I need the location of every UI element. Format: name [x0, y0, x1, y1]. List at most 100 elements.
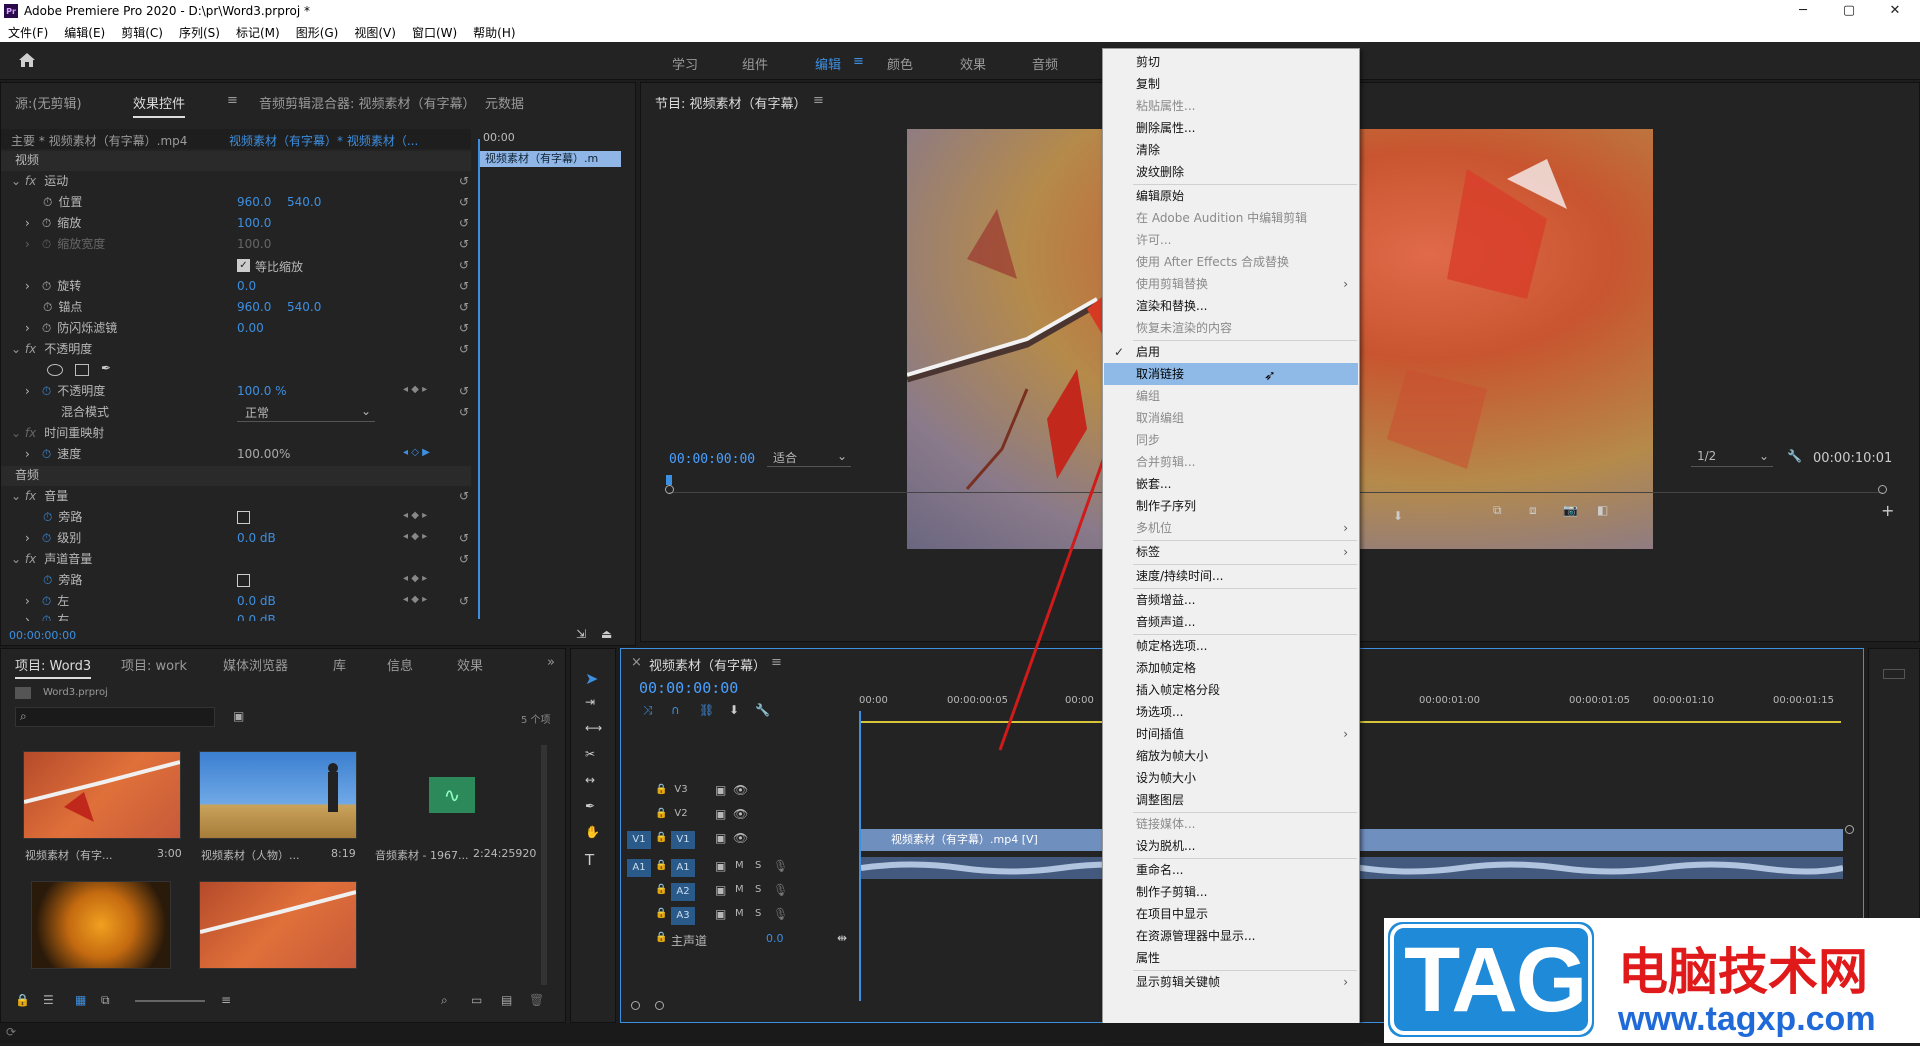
- anchor-x-value[interactable]: 960.0: [237, 300, 271, 314]
- lock-icon[interactable]: 🔒: [15, 993, 30, 1007]
- linked-selection-icon[interactable]: ⛓: [699, 703, 714, 717]
- context-menu-item[interactable]: 时间插值 ›: [1104, 723, 1358, 745]
- project-item-name[interactable]: 视频素材（人物）...: [201, 847, 300, 863]
- export-icon[interactable]: ⏏: [601, 627, 612, 641]
- context-menu-item[interactable]: 标签 ›: [1104, 541, 1358, 563]
- new-item-icon[interactable]: ▤: [501, 993, 512, 1007]
- context-menu-item[interactable]: 设为脱机...: [1104, 835, 1358, 857]
- project-item-name[interactable]: 视频素材（有字...: [25, 847, 113, 863]
- context-menu-item[interactable]: 在项目中显示: [1104, 903, 1358, 925]
- extract-icon[interactable]: ⧈: [1529, 503, 1537, 518]
- bypass-checkbox[interactable]: [237, 511, 250, 524]
- compare-icon[interactable]: ◧: [1597, 503, 1608, 517]
- sequence-clip-label[interactable]: 视频素材（有字幕）* 视频素材（...: [229, 132, 418, 149]
- keyframe-nav-icon[interactable]: ◂ ◆ ▸: [403, 573, 427, 584]
- stopwatch-icon[interactable]: ⏱: [42, 531, 51, 545]
- tab-info[interactable]: 信息: [387, 655, 413, 674]
- stopwatch-icon[interactable]: ⏱: [42, 321, 51, 335]
- reset-icon[interactable]: ↺: [457, 384, 471, 398]
- timeline-playhead[interactable]: [859, 711, 861, 1001]
- rotation-value[interactable]: 0.0: [237, 279, 256, 293]
- new-bin-from-search-icon[interactable]: ▣: [233, 709, 244, 723]
- keyframe-nav-icon[interactable]: ◂ ◆ ▸: [403, 594, 427, 605]
- mic-icon[interactable]: 🎙: [773, 859, 788, 873]
- project-item-name[interactable]: 音频素材 - 1967...: [375, 847, 468, 863]
- timeline-timecode[interactable]: 00:00:00:00: [639, 679, 738, 697]
- lock-icon[interactable]: 🔒: [655, 784, 667, 795]
- razor-tool-icon[interactable]: ✂: [585, 747, 595, 761]
- project-scrollbar[interactable]: [541, 745, 547, 985]
- context-menu-item[interactable]: 删除属性...: [1104, 117, 1358, 139]
- find-icon[interactable]: ⌕: [441, 993, 448, 1008]
- minimize-button[interactable]: ─: [1780, 0, 1826, 22]
- menu-sequence[interactable]: 序列(S): [171, 24, 228, 41]
- close-button[interactable]: ✕: [1872, 0, 1918, 22]
- tab-libraries[interactable]: 库: [333, 655, 346, 674]
- workspace-editing[interactable]: 编辑: [815, 54, 841, 73]
- tab-menu-icon[interactable]: ≡: [227, 93, 238, 108]
- stopwatch-icon[interactable]: ⏱: [43, 573, 52, 587]
- context-menu-item[interactable]: 插入帧定格分段: [1104, 679, 1358, 701]
- mute-button[interactable]: M: [735, 860, 744, 871]
- menu-help[interactable]: 帮助(H): [465, 24, 523, 41]
- workspace-audio[interactable]: 音频: [1032, 54, 1058, 73]
- stopwatch-icon[interactable]: ⏱: [43, 300, 52, 314]
- fit-select[interactable]: 适合 ⌄: [767, 449, 851, 467]
- anchor-y-value[interactable]: 540.0: [287, 300, 321, 314]
- sync-lock-icon[interactable]: ▣: [715, 831, 726, 845]
- source-a1-patch[interactable]: A1: [627, 859, 651, 877]
- tab-project-word3[interactable]: 项目: Word3: [15, 655, 92, 679]
- effect-playhead[interactable]: [478, 139, 480, 619]
- time-remap-row[interactable]: ⌄ fx 时间重映射: [1, 424, 471, 444]
- stopwatch-icon[interactable]: ⏱: [42, 384, 51, 398]
- filter-icon[interactable]: ⇲: [576, 627, 586, 641]
- lock-icon[interactable]: 🔒: [655, 932, 667, 943]
- tab-metadata[interactable]: 元数据: [485, 93, 524, 112]
- workspace-menu-icon[interactable]: ≡: [853, 54, 864, 69]
- reset-icon[interactable]: ↺: [457, 195, 471, 209]
- context-menu-item[interactable]: 设为帧大小: [1104, 767, 1358, 789]
- reset-icon[interactable]: ↺: [457, 237, 471, 251]
- volume-row[interactable]: ⌄ fx 音量 ↺: [1, 487, 471, 507]
- eye-icon[interactable]: 👁: [733, 831, 748, 845]
- reset-icon[interactable]: ↺: [457, 300, 471, 314]
- context-menu-item[interactable]: 场选项...: [1104, 701, 1358, 723]
- track-label[interactable]: V2: [671, 808, 691, 819]
- context-menu-item[interactable]: 制作子序列: [1104, 495, 1358, 517]
- track-label[interactable]: A3: [671, 907, 695, 925]
- project-item-thumbnail[interactable]: [199, 881, 357, 969]
- keyframe-nav-icon[interactable]: ◂ ◆ ▸: [403, 384, 427, 395]
- context-menu-item[interactable]: 显示剪辑关键帧 ›: [1104, 971, 1358, 993]
- context-menu-item[interactable]: 属性: [1104, 947, 1358, 969]
- mute-button[interactable]: M: [735, 908, 744, 919]
- speed-value[interactable]: 100.00%: [237, 447, 290, 461]
- context-menu-item[interactable]: 在资源管理器中显示...: [1104, 925, 1358, 947]
- project-item-thumbnail[interactable]: [199, 751, 357, 839]
- camera-icon[interactable]: 📷: [1563, 503, 1578, 517]
- nest-icon[interactable]: ⤨: [643, 703, 653, 718]
- track-label[interactable]: V3: [671, 784, 691, 795]
- stopwatch-icon[interactable]: ⏱: [42, 594, 51, 608]
- type-tool-icon[interactable]: T: [585, 851, 594, 869]
- lift-icon[interactable]: ⧉: [1493, 503, 1502, 518]
- stopwatch-icon[interactable]: ⏱: [42, 613, 51, 621]
- program-playhead[interactable]: [666, 475, 672, 485]
- effect-bottom-timecode[interactable]: 00:00:00:00: [9, 629, 76, 642]
- project-search-input[interactable]: ⌕: [15, 707, 215, 727]
- right-value[interactable]: 0.0 dB: [237, 613, 276, 621]
- ripple-edit-tool-icon[interactable]: ⟷: [585, 721, 602, 735]
- sort-icon[interactable]: ≡: [221, 993, 231, 1007]
- context-menu-item[interactable]: 音频声道...: [1104, 611, 1358, 633]
- hand-tool-icon[interactable]: ✋: [585, 825, 600, 839]
- program-timecode[interactable]: 00:00:00:00: [669, 452, 755, 467]
- tab-media-browser[interactable]: 媒体浏览器: [223, 655, 288, 674]
- context-menu-item[interactable]: 重命名...: [1104, 859, 1358, 881]
- sync-lock-icon[interactable]: ▣: [715, 807, 726, 821]
- reset-icon[interactable]: ↺: [457, 342, 471, 356]
- context-menu-item[interactable]: 缩放为帧大小: [1104, 745, 1358, 767]
- lock-icon[interactable]: 🔒: [655, 884, 667, 895]
- tab-audio-mixer[interactable]: 音频剪辑混合器: 视频素材（有字幕）: [259, 93, 476, 112]
- sync-lock-icon[interactable]: ▣: [715, 783, 726, 797]
- solo-button[interactable]: S: [755, 860, 761, 871]
- uniform-scale-checkbox[interactable]: ✓: [237, 259, 250, 272]
